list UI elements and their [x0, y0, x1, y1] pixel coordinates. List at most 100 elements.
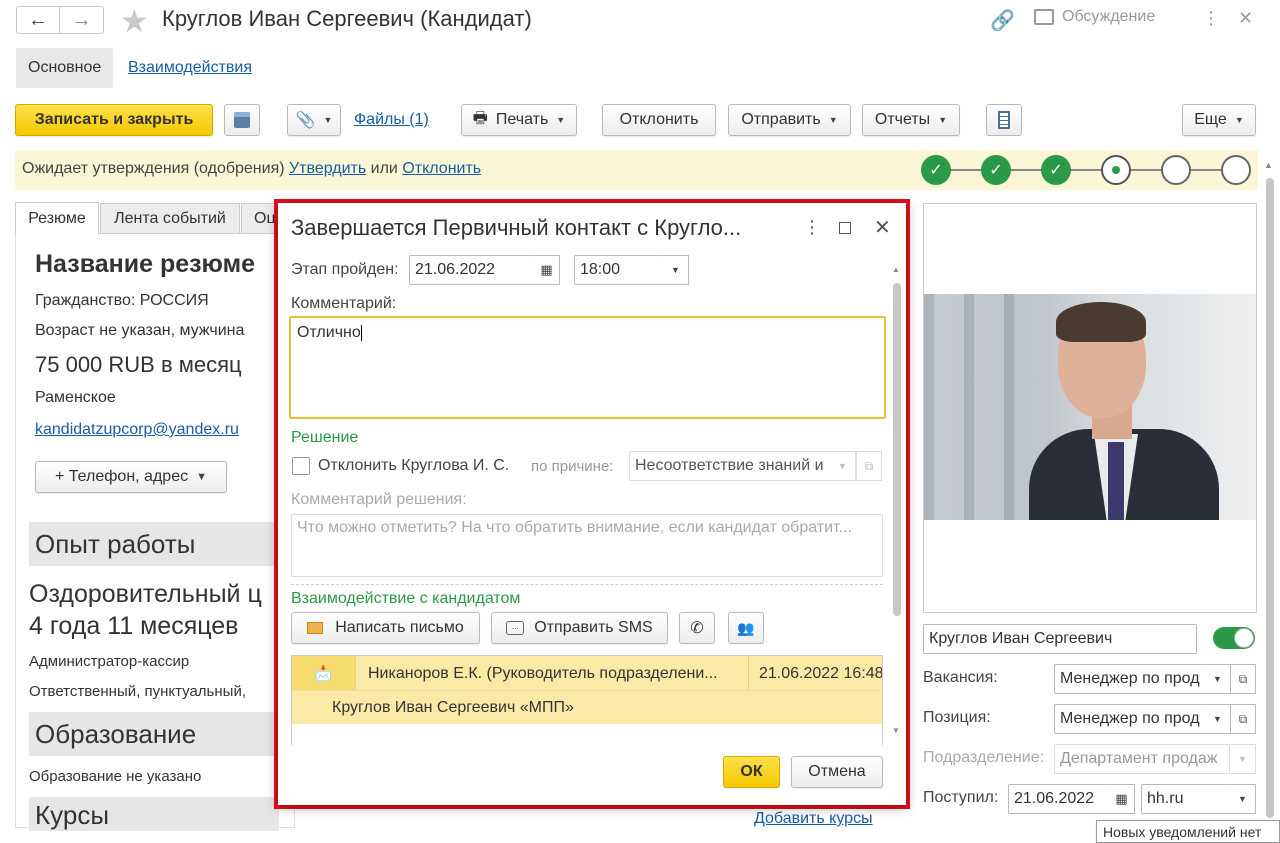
approve-link[interactable]: Утвердить — [289, 160, 366, 177]
notifications-tooltip: Новых уведомлений нет — [1096, 820, 1280, 843]
tab-main[interactable]: Основное — [16, 48, 114, 88]
attach-button[interactable]: 📎 ▼ — [287, 104, 341, 136]
citizenship: Гражданство: РОССИЯ — [35, 292, 209, 309]
position-field[interactable]: Менеджер по прод — [1054, 704, 1206, 734]
source-field[interactable]: hh.ru — [1141, 784, 1231, 814]
stage-label: Этап пройден: — [291, 261, 399, 278]
city: Раменское — [35, 389, 116, 406]
page-scrollbar[interactable] — [1266, 178, 1274, 818]
experience-position: Администратор-кассир — [29, 653, 190, 670]
favorite-star-icon[interactable]: ★ — [120, 2, 149, 40]
forward-button[interactable]: → — [60, 6, 104, 34]
save-and-close-button[interactable]: Записать и закрыть — [15, 104, 213, 136]
more-menu-icon[interactable]: ⋮ — [1202, 8, 1220, 29]
step-4-current-icon — [1101, 155, 1131, 185]
reason-dropdown-icon: ▼ — [830, 451, 856, 481]
stage-time-dropdown-icon[interactable]: ▼ — [663, 255, 689, 285]
envelope-icon — [307, 622, 324, 634]
decision-header: Решение — [291, 429, 359, 446]
dialog-scroll-up-icon[interactable]: ▲ — [892, 265, 900, 274]
photo-window-strip — [924, 294, 1044, 520]
dialog-scrollbar[interactable] — [893, 283, 901, 616]
back-button[interactable]: ← — [16, 6, 60, 34]
arrow-left-icon: ← — [28, 8, 48, 31]
experience-header: Опыт работы — [29, 522, 279, 566]
chat-icon — [1034, 9, 1054, 25]
source-dropdown-icon[interactable]: ▼ — [1230, 784, 1256, 814]
print-button[interactable]: 🖶 Печать ▼ — [461, 104, 577, 136]
active-toggle[interactable] — [1213, 627, 1255, 649]
reports-button[interactable]: Отчеты ▼ — [862, 104, 960, 136]
send-sms-button[interactable]: ... Отправить SMS — [491, 612, 668, 644]
vacancy-field[interactable]: Менеджер по прод — [1054, 664, 1206, 694]
tab-interactions[interactable]: Взаимодействия — [116, 52, 264, 84]
people-icon: 👥 — [737, 619, 755, 636]
dialog-close-icon[interactable]: ✕ — [874, 215, 891, 240]
reject-button[interactable]: Отклонить — [602, 104, 716, 136]
files-link[interactable]: Файлы (1) — [354, 111, 429, 129]
comment-textarea[interactable]: Отлично — [289, 316, 886, 419]
photo-tie — [1108, 442, 1124, 520]
position-dropdown-icon[interactable]: ▼ — [1205, 704, 1231, 734]
stage-time-field[interactable]: 18:00 — [574, 255, 664, 285]
vacancy-open-icon[interactable]: ⧉ — [1230, 664, 1256, 694]
dialog-maximize-icon[interactable] — [839, 222, 851, 234]
contacts-button[interactable]: 👥 — [728, 612, 764, 644]
save-button[interactable] — [224, 104, 260, 136]
dialog-menu-icon[interactable]: ⋮ — [803, 217, 821, 238]
decision-comment-textarea: Что можно отметить? На что обратить вним… — [291, 514, 883, 577]
write-letter-button[interactable]: Написать письмо — [291, 612, 480, 644]
education-header: Образование — [29, 712, 279, 756]
list-icon — [998, 111, 1010, 129]
reject-checkbox[interactable] — [292, 457, 310, 475]
education-text: Образование не указано — [29, 768, 202, 785]
more-button[interactable]: Еще ▼ — [1182, 104, 1256, 136]
add-courses-link[interactable]: Добавить курсы — [754, 810, 873, 828]
dialog-title: Завершается Первичный контакт с Кругло..… — [291, 215, 742, 240]
tab-resume[interactable]: Резюме — [15, 202, 99, 235]
phone-icon: ✆ — [690, 620, 704, 637]
courses-header: Курсы — [29, 797, 279, 831]
dialog-scroll-down-icon[interactable]: ▼ — [892, 726, 900, 735]
list-row-from: Никаноров Е.К. (Руководитель подразделен… — [368, 665, 718, 682]
tab-events-feed[interactable]: Лента событий — [100, 203, 240, 234]
experience-company: Оздоровительный ц — [29, 580, 262, 608]
email-link[interactable]: kandidatzupcorp@yandex.ru — [35, 421, 239, 439]
step-3-check-icon: ✓ — [1041, 155, 1071, 185]
stage-calendar-icon[interactable]: ▦ — [534, 255, 560, 285]
window-title: Круглов Иван Сергеевич (Кандидат) — [162, 6, 532, 31]
received-date-field[interactable]: 21.06.2022 — [1008, 784, 1110, 814]
candidate-photo — [924, 294, 1256, 520]
candidate-name-field[interactable]: Круглов Иван Сергеевич — [923, 624, 1197, 654]
position-open-icon[interactable]: ⧉ — [1230, 704, 1256, 734]
printer-icon: 🖶 — [472, 109, 488, 127]
decision-comment-label: Комментарий решения: — [291, 491, 467, 508]
scroll-up-icon[interactable]: ▲ — [1264, 160, 1273, 170]
approval-text: Ожидает утверждения (одобрения) Утвердит… — [22, 160, 482, 177]
reject-checkbox-label[interactable]: Отклонить Круглова И. С. — [318, 457, 509, 475]
list-row-icon-cell: 📩 — [292, 656, 356, 690]
link-icon[interactable]: 🔗 — [990, 8, 1015, 33]
comment-label: Комментарий: — [291, 295, 397, 312]
arrow-right-icon: → — [71, 8, 92, 31]
step-5-circle-icon — [1161, 155, 1191, 185]
stage-date-field[interactable]: 21.06.2022 — [409, 255, 535, 285]
list-view-button[interactable] — [986, 104, 1022, 136]
list-row-divider — [292, 690, 882, 691]
add-phone-button[interactable]: + Телефон, адрес ▼ — [35, 461, 227, 493]
reason-label: по причине: — [531, 458, 614, 475]
step-6-circle-icon — [1221, 155, 1251, 185]
send-button[interactable]: Отправить ▼ — [728, 104, 851, 136]
cancel-button[interactable]: Отмена — [791, 756, 883, 788]
close-window-icon[interactable]: ✕ — [1238, 8, 1253, 29]
ok-button[interactable]: ОК — [723, 756, 780, 788]
interactions-list: 📩 Никаноров Е.К. (Руководитель подраздел… — [291, 655, 883, 745]
vacancy-dropdown-icon[interactable]: ▼ — [1205, 664, 1231, 694]
department-field: Департамент продаж — [1054, 744, 1230, 774]
reject-link[interactable]: Отклонить — [402, 160, 481, 177]
received-calendar-icon[interactable]: ▦ — [1109, 784, 1135, 814]
position-label: Позиция: — [923, 709, 991, 726]
paperclip-icon: 📎 — [295, 112, 316, 129]
discussion-button[interactable]: Обсуждение — [1034, 8, 1155, 26]
call-button[interactable]: ✆ — [679, 612, 715, 644]
